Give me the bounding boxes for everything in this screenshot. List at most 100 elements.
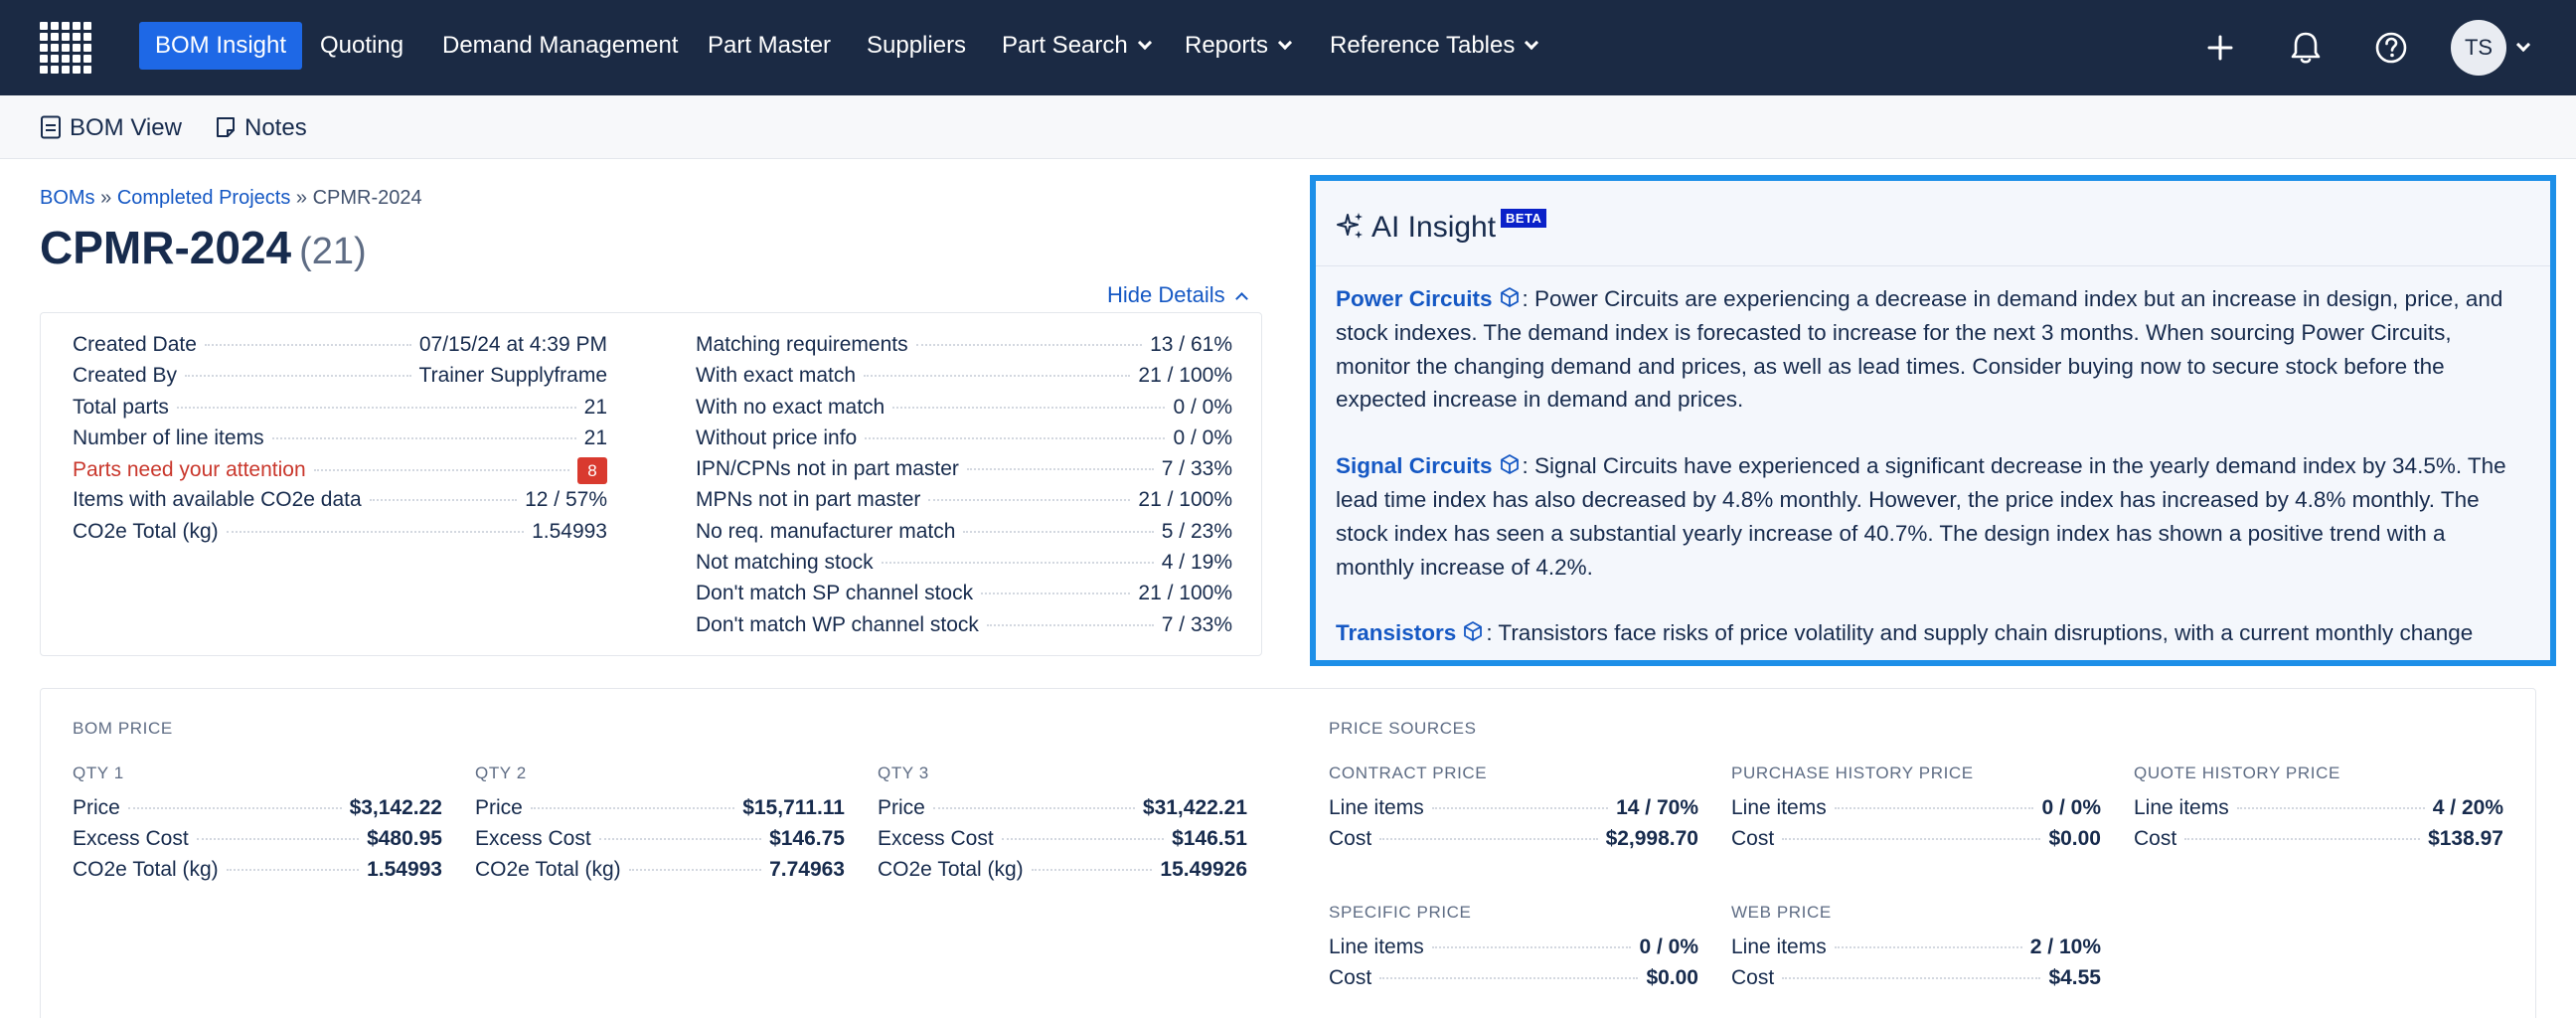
dotted-leader [1031,869,1153,871]
nav-part-search-label: Part Search [1002,32,1128,59]
insight-text: : Transistors face risks of price volati… [1486,620,2474,646]
detail-no-manufacturer-match[interactable]: No req. manufacturer match 5 / 23% [696,520,1232,551]
attention-count-badge[interactable]: 8 [577,457,607,485]
dotted-leader [204,344,411,346]
row-value: $4.55 [2048,966,2101,989]
detail-label: Items with available CO2e data [73,488,362,512]
detail-label: Number of line items [73,425,264,449]
specific-line-items-row: Line items 0 / 0% [1329,935,1698,966]
detail-value: Trainer Supplyframe [418,364,607,388]
detail-without-price[interactable]: Without price info 0 / 0% [696,426,1232,457]
help-icon[interactable] [2371,28,2411,68]
nav-bom-insight[interactable]: BOM Insight [139,22,303,70]
contract-price-heading: CONTRACT PRICE [1329,764,1488,782]
detail-label: IPN/CPNs not in part master [696,457,959,481]
dotted-leader [598,838,762,840]
nav-part-search[interactable]: Part Search [986,22,1166,70]
cube-icon[interactable] [1499,286,1521,308]
contract-line-items-row: Line items 14 / 70% [1329,796,1698,827]
nav-quoting[interactable]: Quoting [304,22,419,70]
quote-cost-row: Cost $138.97 [2134,827,2503,858]
dotted-leader [1782,838,2041,840]
dotted-leader [966,468,1154,471]
nav-reports[interactable]: Reports [1169,22,1306,70]
price-summary-panel: BOM PRICE QTY 1 Price $3,142.22 Excess Co… [40,688,2536,1018]
detail-parts-need-attention[interactable]: Parts need your attention 8 [73,457,607,488]
row-label: Price [475,796,523,819]
row-label: Price [73,796,120,819]
dotted-leader [369,499,518,502]
dotted-leader [986,623,1154,626]
plus-icon[interactable] [2200,28,2240,68]
breadcrumb-boms[interactable]: BOMs [40,187,95,209]
detail-label: No req. manufacturer match [696,519,956,543]
contract-price-column: Line items 14 / 70% Cost $2,998.70 [1329,796,1698,858]
cube-icon[interactable] [1499,453,1521,475]
insight-category-link[interactable]: Power Circuits [1336,286,1493,311]
detail-ipn-not-in-master[interactable]: IPN/CPNs not in part master 7 / 33% [696,457,1232,488]
detail-not-matching-stock[interactable]: Not matching stock 4 / 19% [696,551,1232,582]
purchase-history-price-column: Line items 0 / 0% Cost $0.00 [1731,796,2101,858]
detail-value: 13 / 61% [1150,333,1232,356]
bom-view-link[interactable]: BOM View [40,111,182,145]
row-label: Line items [1329,796,1424,819]
nav-suppliers[interactable]: Suppliers [851,22,982,70]
detail-label: Not matching stock [696,551,874,575]
row-value: $2,998.70 [1605,827,1698,850]
app-grid-logo-icon[interactable] [40,22,91,74]
qty1-excess-row: Excess Cost $480.95 [73,827,442,858]
detail-wp-channel-stock[interactable]: Don't match WP channel stock 7 / 33% [696,613,1232,644]
qty2-price-row: Price $15,711.11 [475,796,845,827]
detail-value: 21 [583,425,607,449]
dotted-leader [881,562,1154,565]
dotted-leader [196,838,360,840]
user-avatar[interactable]: TS [2451,20,2506,76]
row-value: 1.54993 [367,858,442,881]
sparkles-icon [1337,213,1363,240]
detail-value: 0 / 0% [1173,425,1232,449]
detail-value: 21 / 100% [1138,364,1232,388]
detail-label: Total parts [73,395,169,419]
detail-label: Don't match WP channel stock [696,612,979,636]
detail-sp-channel-stock[interactable]: Don't match SP channel stock 21 / 100% [696,582,1232,612]
bell-icon[interactable] [2286,28,2326,68]
dotted-leader [1379,977,1639,979]
qty3-price-row: Price $31,422.21 [878,796,1247,827]
hide-details-toggle[interactable]: Hide Details [1107,282,1248,308]
breadcrumb: BOMs » Completed Projects » CPMR-2024 [40,187,422,210]
dotted-leader [963,530,1154,533]
quote-history-price-column: Line items 4 / 20% Cost $138.97 [2134,796,2503,858]
row-value: $0.00 [2048,827,2101,850]
nav-demand-management[interactable]: Demand Management [426,22,694,70]
dotted-leader [981,593,1131,595]
nav-part-master[interactable]: Part Master [692,22,847,70]
nav-reference-tables[interactable]: Reference Tables [1314,22,1552,70]
detail-label: With exact match [696,364,857,388]
dotted-leader [865,436,1166,439]
row-label: CO2e Total (kg) [73,858,219,881]
detail-matching-requirements[interactable]: Matching requirements 13 / 61% [696,333,1232,364]
detail-no-exact-match[interactable]: With no exact match 0 / 0% [696,396,1232,426]
qty1-price-row: Price $3,142.22 [73,796,442,827]
insight-category-link[interactable]: Transistors [1336,620,1456,645]
detail-exact-match[interactable]: With exact match 21 / 100% [696,364,1232,395]
row-value: $138.97 [2428,827,2503,850]
row-value: 4 / 20% [2432,796,2503,819]
notes-link[interactable]: Notes [215,111,307,145]
chevron-down-icon[interactable] [2515,37,2531,53]
detail-total-parts: Total parts 21 [73,396,607,426]
detail-value: 07/15/24 at 4:39 PM [418,333,607,356]
ai-insight-panel[interactable]: AI Insight BETA Power Circuits: Power Ci… [1310,175,2556,666]
breadcrumb-completed-projects[interactable]: Completed Projects [117,187,291,209]
detail-label: Matching requirements [696,333,908,356]
detail-label: Parts need your attention [73,458,306,482]
chevron-down-icon [1277,35,1293,51]
insight-category-link[interactable]: Signal Circuits [1336,453,1493,478]
cube-icon[interactable] [1462,620,1484,642]
row-value: 0 / 0% [1639,935,1698,958]
detail-label: Created By [73,364,178,388]
row-value: $15,711.11 [742,796,845,819]
dotted-leader [1782,977,2041,979]
row-label: Cost [1731,827,1775,850]
detail-mpn-not-in-master[interactable]: MPNs not in part master 21 / 100% [696,488,1232,519]
